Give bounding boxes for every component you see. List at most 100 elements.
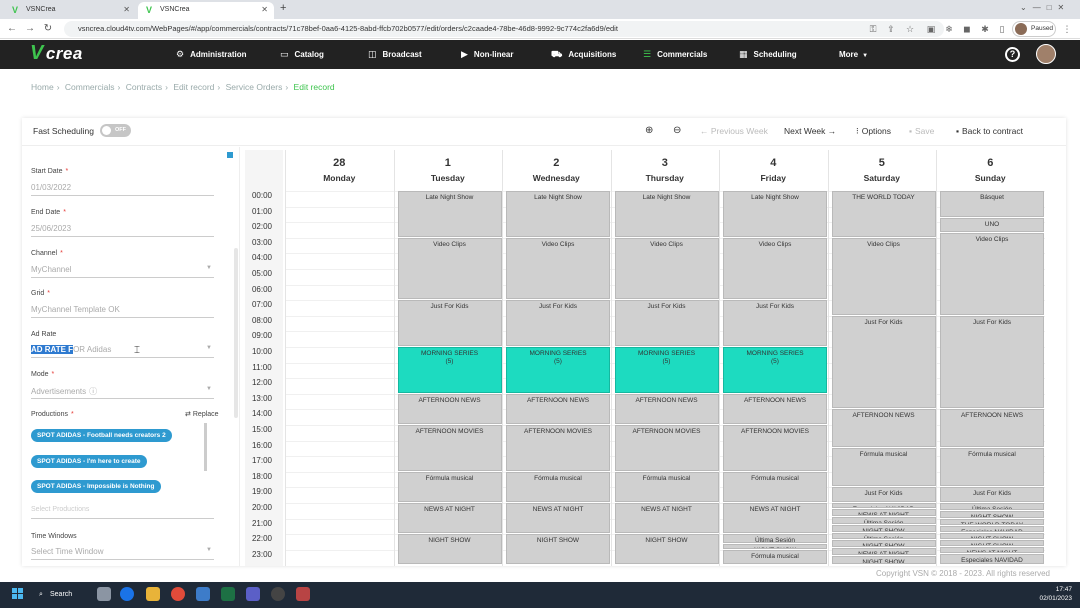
options-button[interactable]: ⁝ Options (856, 126, 891, 137)
program-block[interactable]: MORNING SERIES (5) (506, 347, 610, 393)
nav-scheduling[interactable]: ▦ Scheduling (739, 40, 797, 69)
program-block[interactable]: Just For Kids (397, 300, 502, 346)
program-block[interactable]: Especiales NAVIDAD (831, 503, 936, 509)
program-block[interactable]: Fórmula musical (723, 471, 827, 502)
menu-icon[interactable]: ⋮ (1060, 22, 1074, 36)
reload-icon[interactable]: ↻ (41, 22, 55, 36)
teams-app-icon[interactable] (246, 587, 260, 601)
program-block[interactable]: MORNING SERIES (5) (614, 347, 719, 393)
excel-icon[interactable] (221, 587, 235, 601)
key-icon[interactable]: ⚿ (866, 22, 880, 36)
recorder-icon[interactable] (296, 587, 310, 601)
channel-select[interactable]: MyChannel ▼ (31, 265, 214, 278)
program-block[interactable]: NEWS AT NIGHT (506, 503, 610, 534)
back-icon[interactable]: ← (5, 22, 19, 36)
nav-more[interactable]: More ▼ (839, 40, 868, 69)
app-icon[interactable] (271, 587, 285, 601)
program-block[interactable]: Última Sesión (831, 532, 936, 540)
program-block[interactable]: AFTERNOON MOVIES (397, 425, 502, 471)
program-block[interactable]: Fórmula musical (831, 448, 936, 487)
close-tab-icon[interactable]: ✕ (123, 2, 130, 17)
nav-commercials[interactable]: ☰ Commercials (643, 40, 707, 69)
program-block[interactable]: AFTERNOON NEWS (614, 393, 719, 424)
chrome-icon[interactable] (171, 587, 185, 601)
program-block[interactable]: Básquet (940, 191, 1044, 217)
grid-field[interactable]: MyChannel Template OK (31, 305, 214, 318)
nav-catalog[interactable]: ▭ Catalog (280, 40, 324, 69)
program-block[interactable]: Fórmula musical (723, 549, 827, 565)
breadcrumb-edit-record[interactable]: Edit record (173, 82, 214, 92)
program-block[interactable]: NIGHT SHOW (831, 540, 936, 548)
teams-icon[interactable] (120, 587, 134, 601)
program-block[interactable]: NEWS AT NIGHT (831, 509, 936, 517)
program-block[interactable]: Video Clips (397, 237, 502, 300)
program-block[interactable]: Video Clips (506, 237, 610, 300)
program-block[interactable]: Especiales NAVIDAD (940, 554, 1044, 565)
ad-rate-select[interactable]: AD RATE FOR Adidas ▼ (31, 345, 214, 358)
breadcrumb-home[interactable]: Home (31, 82, 54, 92)
program-block[interactable]: NEWS AT NIGHT (831, 548, 936, 556)
production-chip[interactable]: SPOT ADIDAS - I'm here to create (31, 455, 147, 468)
program-block[interactable]: NEWS AT NIGHT (614, 503, 719, 534)
replace-button[interactable]: ⇄ Replace (185, 410, 219, 418)
program-block[interactable]: Especiales NAVIDAD (940, 526, 1044, 532)
extension-icon[interactable]: ▣ (924, 22, 938, 36)
program-block[interactable]: NIGHT SHOW (940, 540, 1044, 546)
program-block[interactable]: Video Clips (940, 233, 1044, 315)
program-block[interactable]: NIGHT SHOW (831, 556, 936, 565)
program-block[interactable]: NIGHT SHOW (723, 543, 827, 549)
program-block[interactable]: Just For Kids (614, 300, 719, 346)
breadcrumb-commercials[interactable]: Commercials (65, 82, 115, 92)
program-block[interactable]: THE WORLD TODAY (940, 518, 1044, 526)
program-block[interactable]: NEWS AT NIGHT (397, 503, 502, 534)
next-week-button[interactable]: Next Week → (784, 126, 836, 136)
program-block[interactable]: MORNING SERIES (5) (397, 347, 502, 393)
save-button[interactable]: ▪ Save (909, 126, 934, 136)
profile-button[interactable]: Paused (1012, 21, 1056, 37)
program-block[interactable]: Fórmula musical (506, 471, 610, 502)
program-block[interactable]: Just For Kids (940, 487, 1044, 502)
program-block[interactable]: Late Night Show (723, 191, 827, 237)
zoom-out-icon[interactable]: ⊖ (673, 125, 681, 136)
program-block[interactable]: Video Clips (831, 237, 936, 315)
program-block[interactable]: Última Sesión (831, 517, 936, 524)
program-block[interactable]: AFTERNOON MOVIES (723, 425, 827, 471)
taskview-icon[interactable] (97, 587, 111, 601)
program-block[interactable]: Just For Kids (831, 315, 936, 409)
new-tab-icon[interactable]: + (280, 2, 286, 14)
program-block[interactable]: AFTERNOON NEWS (831, 409, 936, 448)
share-icon[interactable]: ⇪ (884, 22, 898, 36)
star-icon[interactable]: ☆ (903, 22, 917, 36)
program-block[interactable]: Fórmula musical (397, 471, 502, 502)
program-block[interactable]: NIGHT SHOW (614, 534, 719, 565)
windows-start-icon[interactable] (12, 588, 24, 600)
window-controls[interactable]: ⌄—□✕ (1020, 3, 1070, 12)
fast-scheduling-toggle[interactable]: OFF (100, 124, 131, 137)
program-block[interactable]: Late Night Show (506, 191, 610, 237)
program-block[interactable]: AFTERNOON MOVIES (506, 425, 610, 471)
production-chip[interactable]: SPOT ADIDAS - Impossible is Nothing (31, 480, 161, 493)
browser-tab-1[interactable]: V VSNCrea ✕ (4, 2, 136, 19)
forward-icon[interactable]: → (23, 22, 37, 36)
program-block[interactable]: Video Clips (614, 237, 719, 300)
address-bar[interactable]: vsncrea.cloud4tv.com/WebPages/#/app/comm… (64, 21, 944, 37)
puzzle-icon[interactable]: ✱ (978, 22, 992, 36)
program-block[interactable]: Late Night Show (614, 191, 719, 237)
help-icon[interactable]: ? (1005, 47, 1020, 62)
taskbar-search[interactable]: ⌕ Search (36, 587, 88, 603)
program-block[interactable]: NEWS AT NIGHT (940, 546, 1044, 554)
program-block[interactable]: NEWS AT NIGHT (723, 503, 827, 534)
program-block[interactable]: AFTERNOON NEWS (397, 393, 502, 424)
production-chip[interactable]: SPOT ADIDAS - Football needs creators 2 (31, 429, 172, 442)
end-date-field[interactable]: 25/06/2023 (31, 224, 214, 237)
crea-logo[interactable]: Vcrea (30, 42, 83, 65)
previous-week-button[interactable]: ← Previous Week (700, 126, 768, 136)
mode-select[interactable]: Advertisements ⓘ ▼ (31, 386, 214, 399)
program-block[interactable]: Última Sesión (940, 503, 1044, 510)
sidepanel-icon[interactable]: ▯ (995, 22, 1009, 36)
program-block[interactable]: Just For Kids (940, 315, 1044, 409)
program-block[interactable]: NIGHT SHOW (506, 534, 610, 565)
program-block[interactable]: AFTERNOON NEWS (723, 393, 827, 424)
program-block[interactable]: Fórmula musical (940, 448, 1044, 487)
snowflake-icon[interactable]: ❄ (942, 22, 956, 36)
